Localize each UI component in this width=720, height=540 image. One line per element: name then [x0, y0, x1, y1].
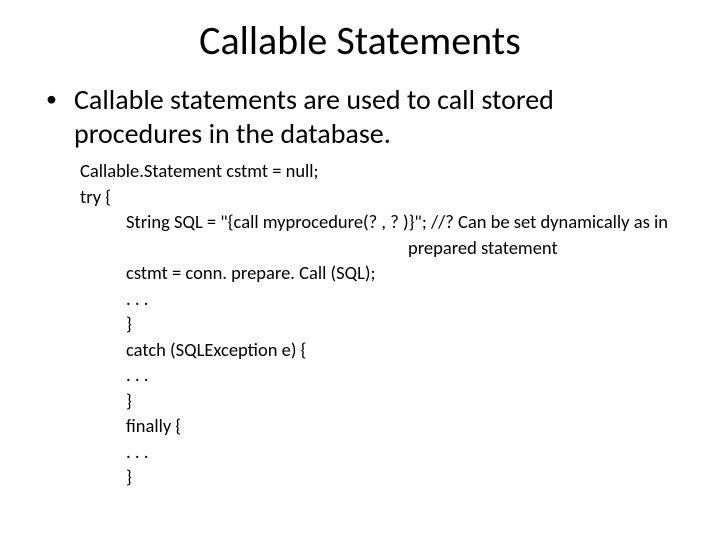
slide: Callable Statements • Callable statement… [0, 0, 720, 540]
slide-title: Callable Statements [40, 16, 680, 65]
code-line: } [80, 311, 680, 337]
code-line: try { [80, 184, 680, 210]
bullet-item: • Callable statements are used to call s… [40, 83, 680, 150]
code-line: String SQL = "{call myprocedure(? , ? )}… [80, 209, 680, 235]
code-line: cstmt = conn. prepare. Call (SQL); [80, 260, 680, 286]
code-line: finally { [80, 413, 680, 439]
code-line: Callable.Statement cstmt = null; [80, 158, 680, 184]
code-line: catch (SQLException e) { [80, 337, 680, 363]
code-line: prepared statement [80, 235, 680, 261]
bullet-text: Callable statements are used to call sto… [74, 83, 680, 150]
bullet-marker: • [40, 83, 74, 115]
code-line: } [80, 464, 680, 490]
code-line: } [80, 388, 680, 414]
code-line: . . . [80, 439, 680, 465]
code-line: . . . [80, 286, 680, 312]
code-line: . . . [80, 362, 680, 388]
code-block: Callable.Statement cstmt = null; try { S… [40, 158, 680, 490]
